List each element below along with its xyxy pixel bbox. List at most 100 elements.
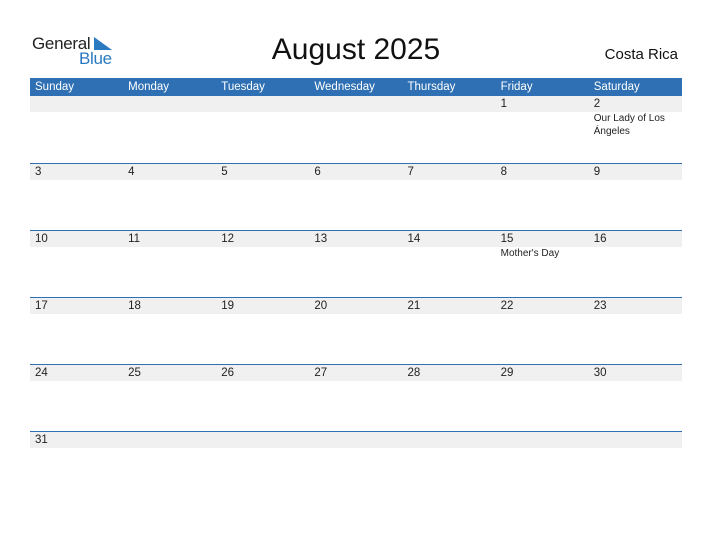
day-cell [216,96,309,138]
weekday-sunday: Sunday [35,81,75,93]
day-number: 17 [35,300,48,312]
day-cell: 24 [30,365,123,381]
day-cell: 19 [216,298,309,314]
day-cell: 4 [123,164,216,180]
day-cell: 8 [496,164,589,180]
day-number: 29 [500,367,514,379]
day-cell: 11 [123,231,216,261]
day-cell [496,432,589,448]
weekday-tuesday: Tuesday [221,81,265,93]
week-cells: 31 [30,432,682,448]
day-number: 6 [314,166,321,178]
day-cell: 29 [496,365,589,381]
country-label: Costa Rica [604,46,678,63]
day-cell [403,432,496,448]
day-cell: 7 [403,164,496,180]
weekday-wednesday: Wednesday [314,81,375,93]
week-row: 10 11 12 13 14 15 Mother's Day 16 [30,230,682,297]
day-cell: 15 Mother's Day [496,231,589,261]
day-number: 24 [35,367,48,379]
day-cell: 16 [589,231,682,261]
day-cell [589,432,682,448]
day-number: 25 [128,367,141,379]
day-cell: 13 [309,231,402,261]
week-cells: 1 2 Our Lady of Los Ángeles [30,96,682,138]
weekday-header: Sunday Monday Tuesday Wednesday Thursday… [30,78,682,96]
day-cell: 6 [309,164,402,180]
day-cell [309,432,402,448]
day-number: 5 [221,166,228,178]
day-number [221,432,309,448]
day-number: 3 [35,166,42,178]
day-number: 9 [593,166,601,178]
day-number: 16 [593,233,607,245]
day-number: 10 [35,233,48,245]
day-number: 27 [314,367,328,379]
day-number [128,432,216,448]
day-cell: 21 [403,298,496,314]
day-cell: 28 [403,365,496,381]
week-row: 3 4 5 6 7 8 9 [30,163,682,230]
day-cell: 12 [216,231,309,261]
day-number: 14 [407,233,421,245]
day-cell: 10 [30,231,123,261]
day-cell: 23 [589,298,682,314]
day-number: 28 [407,367,421,379]
day-cell: 2 Our Lady of Los Ángeles [589,96,682,138]
day-cell: 25 [123,365,216,381]
day-number: 21 [407,300,421,312]
day-cell: 31 [30,432,123,448]
day-number [408,96,496,112]
weekday-saturday: Saturday [593,81,640,93]
day-number [35,96,123,112]
day-cell: 3 [30,164,123,180]
day-cell: 5 [216,164,309,180]
weekday-thursday: Thursday [407,81,456,93]
day-number: 11 [128,233,141,245]
day-number: 2 [593,98,601,110]
week-cells: 17 18 19 20 21 22 23 [30,298,682,314]
day-cell: 20 [309,298,402,314]
day-cell [123,432,216,448]
day-number: 13 [314,233,328,245]
day-number: 26 [221,367,235,379]
day-number [314,432,402,448]
day-cell [216,432,309,448]
day-cell: 14 [403,231,496,261]
day-cell [403,96,496,138]
day-cell: 26 [216,365,309,381]
calendar-grid: Sunday Monday Tuesday Wednesday Thursday… [30,78,682,498]
day-cell [123,96,216,138]
week-cells: 24 25 26 27 28 29 30 [30,365,682,381]
holiday-event: Mother's Day [500,248,560,259]
weekday-monday: Monday [128,81,170,93]
day-number: 1 [500,98,508,110]
day-number [128,96,216,112]
day-number [314,96,402,112]
day-number: 23 [593,300,607,312]
day-number [221,96,309,112]
day-cell [30,96,123,138]
day-number: 20 [314,300,328,312]
day-cell: 9 [589,164,682,180]
day-cell [309,96,402,138]
week-cells: 10 11 12 13 14 15 Mother's Day 16 [30,231,682,261]
week-row: 1 2 Our Lady of Los Ángeles [30,96,682,163]
day-cell: 1 [496,96,589,138]
day-number: 30 [593,367,607,379]
week-row: 24 25 26 27 28 29 30 [30,364,682,431]
day-number: 15 [500,233,514,245]
day-cell: 22 [496,298,589,314]
day-number [408,432,496,448]
day-number: 7 [407,166,414,178]
week-row: 31 [30,431,682,498]
weekday-friday: Friday [500,81,533,93]
day-number [594,432,682,448]
day-cell: 18 [123,298,216,314]
week-row: 17 18 19 20 21 22 23 [30,297,682,364]
day-number: 19 [221,300,235,312]
day-cell: 27 [309,365,402,381]
day-number: 22 [500,300,514,312]
day-cell: 17 [30,298,123,314]
day-number: 8 [500,166,508,178]
